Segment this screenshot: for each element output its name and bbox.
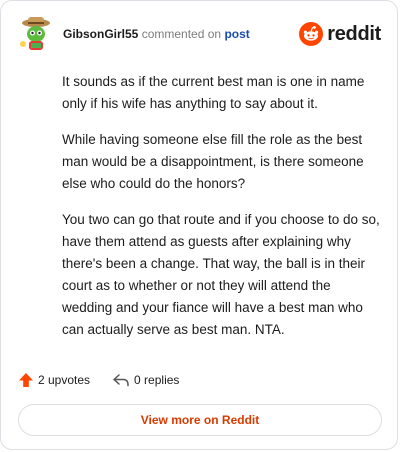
comment-actions: 2 upvotes 0 replies bbox=[18, 370, 201, 390]
reply-arrow-icon bbox=[113, 374, 129, 387]
commented-label: commented on bbox=[141, 27, 222, 41]
avatar[interactable] bbox=[17, 14, 55, 52]
username[interactable]: GibsonGirl55 bbox=[63, 27, 138, 41]
post-link[interactable]: post bbox=[224, 27, 249, 41]
view-more-button[interactable]: View more on Reddit bbox=[18, 404, 382, 436]
comment-paragraph: While having someone else fill the role … bbox=[62, 132, 364, 191]
upvote-count: 2 upvotes bbox=[38, 373, 91, 387]
reply-button[interactable]: 0 replies bbox=[112, 372, 179, 388]
comment-header: GibsonGirl55 commented on post reddit bbox=[17, 14, 381, 54]
comment-paragraph: You two can go that route and if you cho… bbox=[62, 212, 380, 337]
comment-card: GibsonGirl55 commented on post reddit It… bbox=[0, 0, 398, 450]
upvote-arrow-icon bbox=[19, 373, 33, 387]
reddit-snoo-icon bbox=[299, 22, 324, 46]
comment-meta: GibsonGirl55 commented on post bbox=[63, 27, 250, 41]
comment-body: It sounds as if the current best man is … bbox=[62, 71, 382, 355]
reddit-logo[interactable]: reddit bbox=[299, 22, 381, 46]
reply-count: 0 replies bbox=[134, 373, 180, 387]
reddit-wordmark: reddit bbox=[327, 22, 381, 45]
comment-paragraph: It sounds as if the current best man is … bbox=[62, 74, 365, 111]
upvote-button[interactable]: 2 upvotes bbox=[18, 372, 90, 388]
